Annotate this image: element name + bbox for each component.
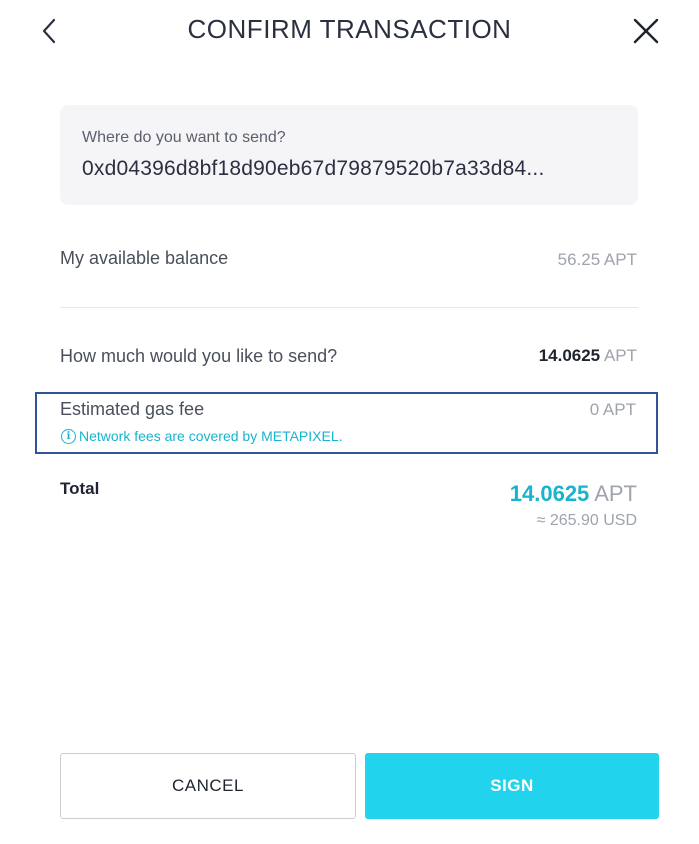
divider [60,307,638,308]
page-title: CONFIRM TRANSACTION [187,14,512,44]
gas-fee-note: i Network fees are covered by METAPIXEL. [61,428,343,444]
amount-label: How much would you like to send? [60,346,338,366]
sign-button[interactable]: SIGN [365,753,659,819]
total-value: 14.0625 APT [510,481,637,507]
recipient-address: 0xd04396d8bf18d90eb67d79879520b7a33d84..… [82,157,545,180]
total-unit: APT [594,481,637,506]
amount-unit: APT [603,346,637,365]
gas-fee-value: 0 APT [589,400,636,419]
recipient-label: Where do you want to send? [82,129,286,146]
balance-label: My available balance [60,248,229,268]
info-icon: i [61,428,76,444]
total-usd: ≈ 265.90 USD [536,512,637,529]
total-label: Total [60,479,100,498]
gas-fee-note-text: Network fees are covered by METAPIXEL. [79,428,343,444]
header: CONFIRM TRANSACTION [0,0,699,62]
recipient-address-field[interactable]: Where do you want to send? 0xd04396d8bf1… [60,105,638,205]
total-amount: 14.0625 [509,481,590,506]
close-icon[interactable] [632,17,660,45]
amount-value: 14.0625 APT [539,346,637,366]
cancel-button[interactable]: CANCEL [60,753,356,819]
gas-fee-section: Estimated gas fee 0 APT i Network fees a… [35,392,658,454]
balance-value: 56.25 APT [557,250,637,269]
amount-number: 14.0625 [538,346,601,365]
gas-fee-label: Estimated gas fee [60,399,205,419]
